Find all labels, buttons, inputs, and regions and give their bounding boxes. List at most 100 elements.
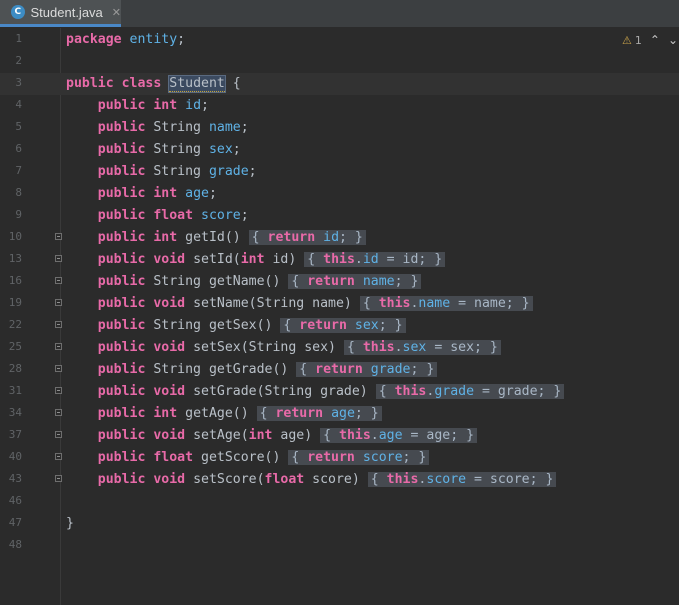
code-text: public int getId() { return id; } xyxy=(66,229,366,247)
folded-body[interactable]: { return score; } xyxy=(288,450,430,465)
code-line: 9 public float score; xyxy=(0,205,679,227)
code-text: } xyxy=(66,516,74,531)
line-number: 31 xyxy=(8,384,22,397)
fold-icon[interactable] xyxy=(55,431,62,438)
class-name: Student xyxy=(168,75,226,93)
code-text: public void setName(String name) { this.… xyxy=(66,295,533,313)
folded-body[interactable]: { this.sex = sex; } xyxy=(343,340,501,355)
line-number: 2 xyxy=(15,54,22,67)
folded-body[interactable]: { return grade; } xyxy=(296,362,438,377)
line-number: 37 xyxy=(8,428,22,441)
line-number: 47 xyxy=(8,516,22,529)
fold-icon[interactable] xyxy=(55,299,62,306)
code-text: public void setScore(float score) { this… xyxy=(66,471,557,489)
code-line: 43 public void setScore(float score) { t… xyxy=(0,469,679,491)
line-number: 5 xyxy=(15,120,22,133)
code-line: 40 public float getScore() { return scor… xyxy=(0,447,679,469)
line-number: 28 xyxy=(8,362,22,375)
tab-student-java[interactable]: C Student.java ✕ xyxy=(0,0,121,27)
warning-count: 1 xyxy=(634,33,642,47)
code-line: 22 public String getSex() { return sex; … xyxy=(0,315,679,337)
code-line: 10 public int getId() { return id; } xyxy=(0,227,679,249)
java-class-icon: C xyxy=(11,5,25,19)
code-line: 25 public void setSex(String sex) { this… xyxy=(0,337,679,359)
code-text: package entity; xyxy=(66,32,186,47)
code-text: public String getName() { return name; } xyxy=(66,273,422,291)
code-editor[interactable]: 1 package entity; 2 3 public class Student {… xyxy=(0,28,679,605)
line-number: 9 xyxy=(15,208,22,221)
code-line: 13 public void setId(int id) { this.id =… xyxy=(0,249,679,271)
code-text: public int getAge() { return age; } xyxy=(66,405,382,423)
line-number: 22 xyxy=(8,318,22,331)
line-number: 1 xyxy=(15,32,22,45)
ide-window: C Student.java ✕ 1 package entity; 2 3 publi… xyxy=(0,0,679,605)
code-text: public void setGrade(String grade) { thi… xyxy=(66,383,565,401)
code-line: 47} xyxy=(0,513,679,535)
fold-icon[interactable] xyxy=(55,365,62,372)
code-line: 6 public String sex; xyxy=(0,139,679,161)
code-line: 37 public void setAge(int age) { this.ag… xyxy=(0,425,679,447)
line-number: 19 xyxy=(8,296,22,309)
code-line: 48 xyxy=(0,535,679,557)
line-number: 3 xyxy=(15,76,22,89)
code-text: public void setSex(String sex) { this.se… xyxy=(66,339,501,357)
fold-icon[interactable] xyxy=(55,453,62,460)
code-line: 28 public String getGrade() { return gra… xyxy=(0,359,679,381)
line-number: 10 xyxy=(8,230,22,243)
line-number: 7 xyxy=(15,164,22,177)
inspection-widget[interactable]: ⚠ 1 ⌃ ⌄ xyxy=(622,33,678,47)
line-number: 25 xyxy=(8,340,22,353)
fold-icon[interactable] xyxy=(55,233,62,240)
line-number: 6 xyxy=(15,142,22,155)
folded-body[interactable]: { return age; } xyxy=(256,406,382,421)
code-line: 31 public void setGrade(String grade) { … xyxy=(0,381,679,403)
fold-icon[interactable] xyxy=(55,387,62,394)
code-line: 3 public class Student { xyxy=(0,73,679,95)
fold-icon[interactable] xyxy=(55,409,62,416)
line-number: 16 xyxy=(8,274,22,287)
fold-icon[interactable] xyxy=(55,277,62,284)
code-line: 8 public int age; xyxy=(0,183,679,205)
chevron-up-icon[interactable]: ⌃ xyxy=(650,33,660,47)
code-text: public String grade; xyxy=(97,164,257,179)
folded-body[interactable]: { this.score = score; } xyxy=(367,472,557,487)
warning-icon: ⚠ xyxy=(622,33,632,47)
folded-body[interactable]: { return name; } xyxy=(288,274,422,289)
code-line: 1 package entity; xyxy=(0,29,679,51)
code-text: public String sex; xyxy=(97,142,241,157)
line-number: 46 xyxy=(8,494,22,507)
close-icon[interactable]: ✕ xyxy=(112,6,121,19)
folded-body[interactable]: { this.age = age; } xyxy=(320,428,478,443)
line-number: 13 xyxy=(8,252,22,265)
code-line: 5 public String name; xyxy=(0,117,679,139)
code-line: 34 public int getAge() { return age; } xyxy=(0,403,679,425)
code-text: public String getSex() { return sex; } xyxy=(66,317,406,335)
line-number: 4 xyxy=(15,98,22,111)
line-number: 8 xyxy=(15,186,22,199)
line-number: 48 xyxy=(8,538,22,551)
code-text: public String name; xyxy=(97,120,249,135)
line-number: 43 xyxy=(8,472,22,485)
folded-body[interactable]: { this.name = name; } xyxy=(359,296,533,311)
folded-body[interactable]: { this.id = id; } xyxy=(304,252,446,267)
chevron-down-icon[interactable]: ⌄ xyxy=(668,33,678,47)
code-line: 19 public void setName(String name) { th… xyxy=(0,293,679,315)
editor-tab-bar: C Student.java ✕ xyxy=(0,0,679,28)
fold-icon[interactable] xyxy=(55,255,62,262)
code-text: public void setId(int id) { this.id = id… xyxy=(66,251,446,269)
code-text: public void setAge(int age) { this.age =… xyxy=(66,427,478,445)
fold-icon[interactable] xyxy=(55,343,62,350)
code-line: 7 public String grade; xyxy=(0,161,679,183)
line-number: 40 xyxy=(8,450,22,463)
fold-icon[interactable] xyxy=(55,321,62,328)
code-text: public String getGrade() { return grade;… xyxy=(66,361,438,379)
line-number: 34 xyxy=(8,406,22,419)
code-text: public int age; xyxy=(97,186,217,201)
folded-body[interactable]: { this.grade = grade; } xyxy=(375,384,565,399)
fold-icon[interactable] xyxy=(55,475,62,482)
code-text: public float score; xyxy=(97,208,249,223)
code-text: public int id; xyxy=(97,98,209,113)
folded-body[interactable]: { return sex; } xyxy=(280,318,406,333)
code-line: 16 public String getName() { return name… xyxy=(0,271,679,293)
folded-body[interactable]: { return id; } xyxy=(248,230,366,245)
